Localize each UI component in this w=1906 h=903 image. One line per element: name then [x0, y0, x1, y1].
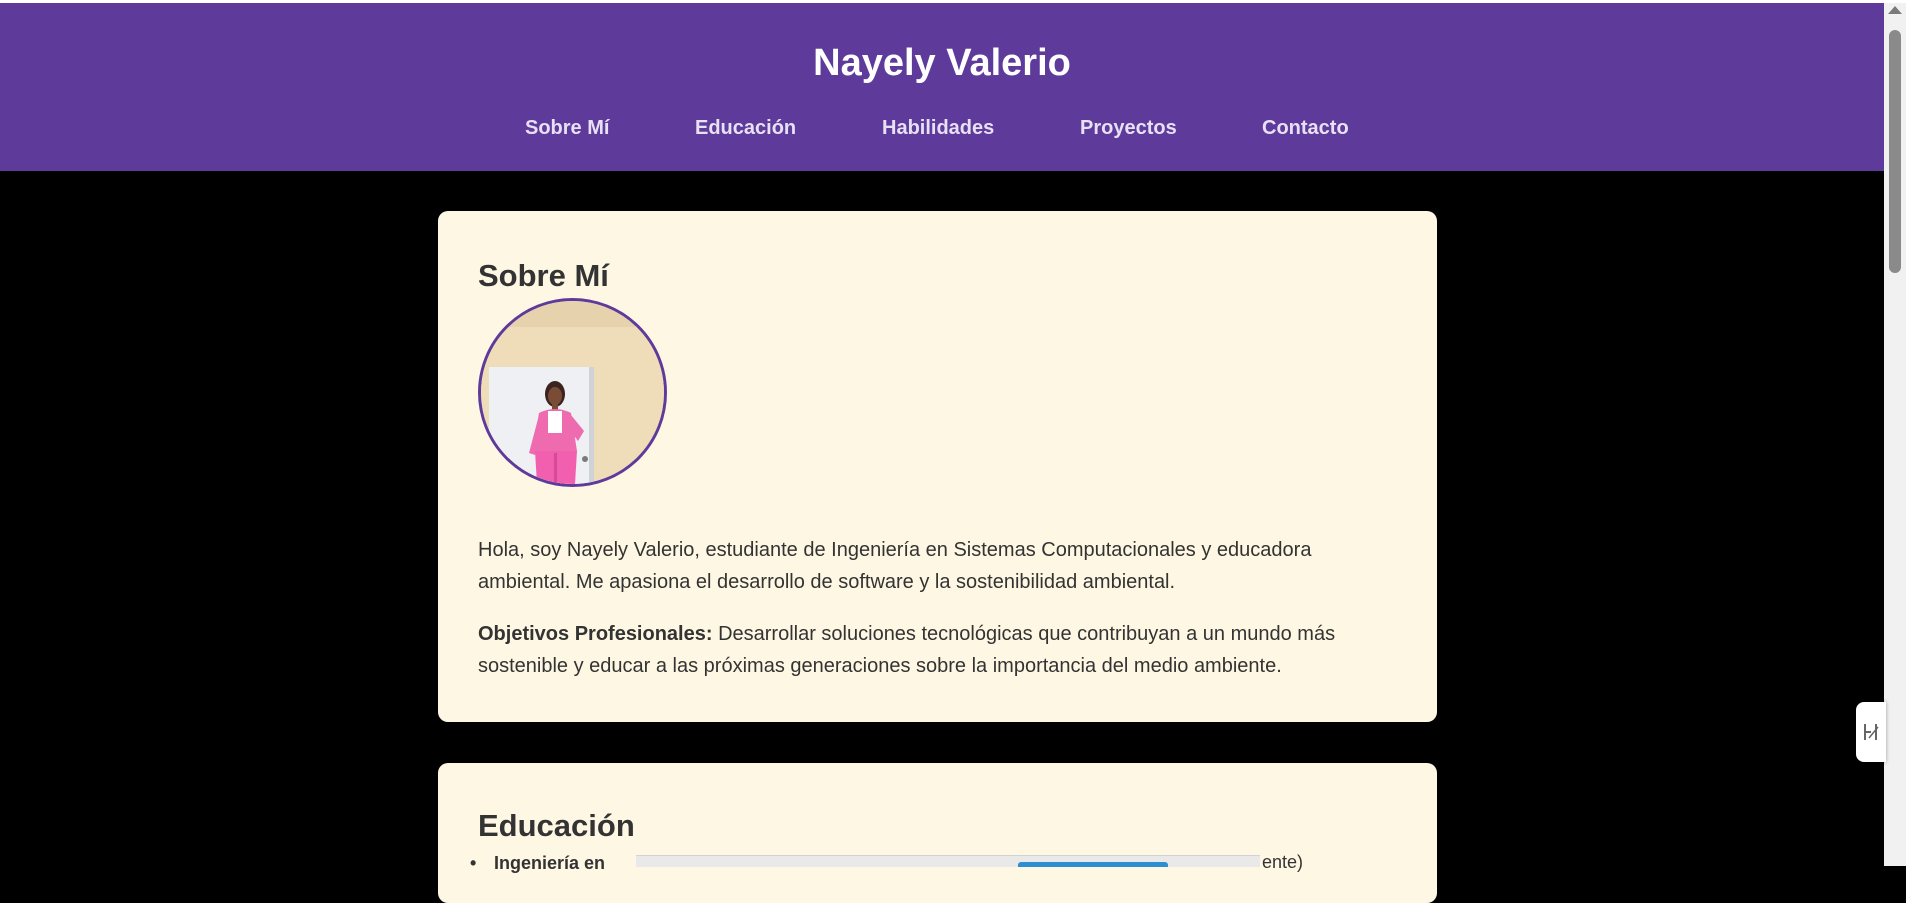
education-item-end: ente) [1262, 852, 1304, 872]
translation-popup-strip [636, 855, 1260, 867]
nav-link-proyectos[interactable]: Proyectos [1080, 113, 1177, 143]
education-heading: Educación [478, 808, 635, 843]
side-widget-button[interactable] [1856, 702, 1886, 762]
list-bullet: • [470, 853, 477, 873]
profile-photo [478, 298, 667, 487]
about-section: Sobre Mí Hola, soy Nayely Valerio, estud… [438, 211, 1437, 722]
scroll-up-arrow-icon[interactable] [1888, 6, 1902, 14]
nav-link-habilidades[interactable]: Habilidades [882, 113, 994, 143]
about-goals: Objetivos Profesionales: Desarrollar sol… [478, 618, 1358, 682]
scrollbar-thumb[interactable] [1889, 30, 1901, 273]
site-title: Nayely Valerio [813, 42, 1071, 84]
education-item: • Ingeniería en [470, 853, 606, 874]
profile-photo-illustration [481, 301, 664, 484]
vertical-scrollbar[interactable] [1884, 3, 1906, 866]
main-nav: Sobre Mí Educación Habilidades Proyectos… [0, 113, 1884, 143]
site-header: Nayely Valerio Sobre Mí Educación Habili… [0, 3, 1884, 171]
nav-link-educacion[interactable]: Educación [695, 113, 796, 143]
goals-label: Objetivos Profesionales: [478, 623, 713, 645]
nav-link-contacto[interactable]: Contacto [1262, 113, 1349, 143]
nav-link-sobre-mi[interactable]: Sobre Mí [525, 113, 609, 143]
about-intro: Hola, soy Nayely Valerio, estudiante de … [478, 539, 1312, 593]
translate-icon [1864, 724, 1879, 740]
education-section: Educación • Ingeniería en [438, 763, 1437, 903]
about-heading: Sobre Mí [478, 258, 609, 293]
popup-accent-bar [1018, 862, 1168, 867]
education-item-start: Ingeniería en [494, 853, 606, 873]
